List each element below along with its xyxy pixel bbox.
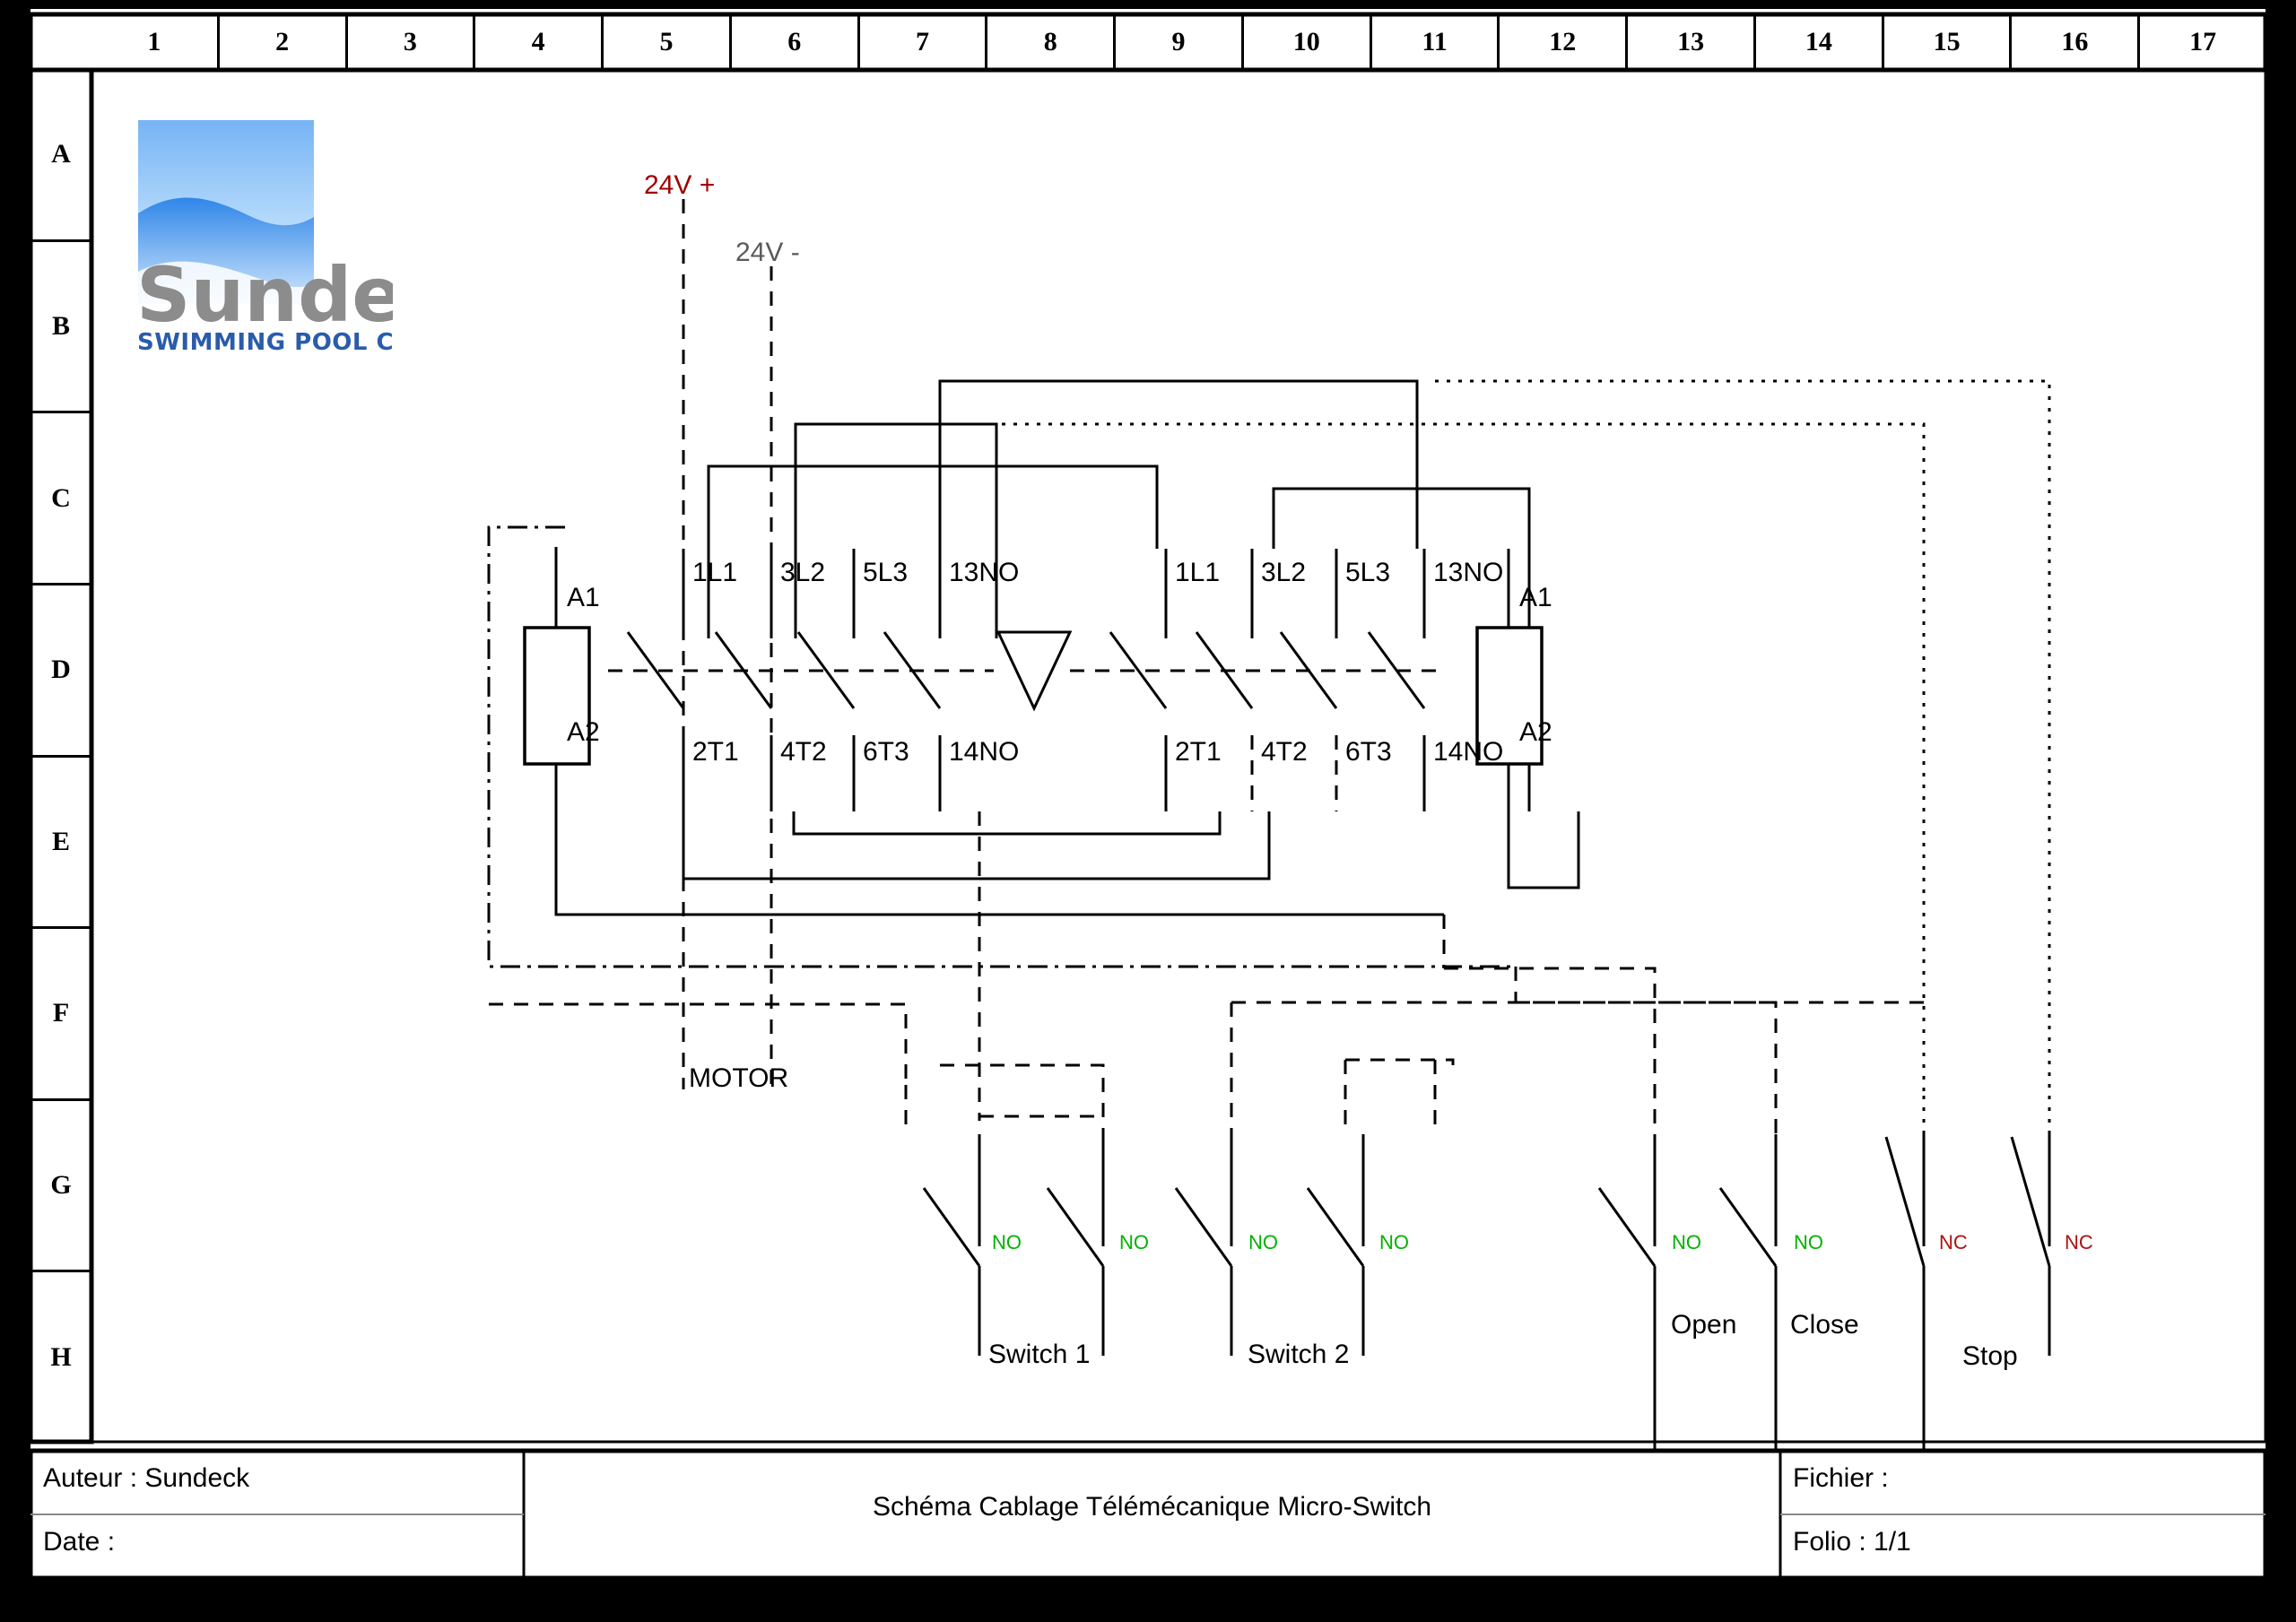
column-header-cell: 2 (220, 14, 348, 70)
terminal-left-2t1: 2T1 (692, 737, 739, 767)
terminal-left-14no: 14NO (949, 737, 1020, 767)
terminal-right-1l1: 1L1 (1175, 558, 1221, 587)
terminal-left-1l1: 1L1 (692, 558, 738, 587)
coil-right-a2-label: A2 (1519, 717, 1552, 747)
column-header-cell: 3 (348, 14, 476, 70)
terminal-right-5l3: 5L3 (1345, 558, 1391, 587)
column-header-cell: 5 (604, 14, 732, 70)
terminal-right-13no: 13NO (1433, 558, 1504, 587)
company-logo: Sundeck SWIMMING POOL COVERS (133, 115, 393, 375)
terminal-left-4t2: 4T2 (780, 737, 827, 767)
row-header-cell: A (30, 70, 91, 242)
column-header-cell: 16 (2012, 14, 2141, 70)
terminal-left-6t3: 6T3 (863, 737, 909, 767)
contact-label-stop2: NC (2065, 1231, 2093, 1253)
row-header-cell: D (30, 585, 91, 758)
column-header-cell: 12 (1500, 14, 1629, 70)
titleblock-file: Fichier : (1793, 1463, 1889, 1493)
contact-label-sw1b: NO (1119, 1231, 1149, 1253)
row-header-cell: H (50, 1341, 72, 1372)
close-button-label: Close (1790, 1310, 1859, 1340)
column-header-cell: 4 (475, 14, 604, 70)
contact-label-sw2a: NO (1248, 1231, 1278, 1253)
column-header-cell: 9 (1116, 14, 1244, 70)
label-24v-plus: 24V + (644, 170, 716, 200)
column-header-cell: 8 (987, 14, 1117, 70)
terminal-right-4t2: 4T2 (1261, 737, 1308, 767)
terminal-right-2t1: 2T1 (1175, 737, 1222, 767)
column-header-cell: 1 (91, 14, 220, 70)
contact-label-sw1a: NO (992, 1231, 1022, 1253)
terminal-right-14no: 14NO (1433, 737, 1504, 767)
contact-label-sw2b: NO (1379, 1231, 1409, 1253)
titleblock-folio: Folio : 1/1 (1793, 1527, 1911, 1557)
terminal-right-3l2: 3L2 (1261, 558, 1307, 587)
logo-tagline-text: SWIMMING POOL COVERS (137, 329, 393, 356)
terminal-left-13no: 13NO (949, 558, 1020, 587)
label-24v-minus: 24V - (735, 238, 800, 267)
column-header-cell: 6 (732, 14, 860, 70)
column-header-cell: 13 (1628, 14, 1756, 70)
column-header-cell: 17 (2189, 27, 2217, 56)
switch-group-2-label: Switch 2 (1248, 1340, 1350, 1369)
coil-right-a1-label: A1 (1519, 583, 1552, 612)
coil-left-a1-label: A1 (567, 583, 600, 612)
titleblock-title: Schéma Cablage Télémécanique Micro-Switc… (872, 1492, 1432, 1522)
row-header-cell: F (30, 929, 91, 1101)
open-button-label: Open (1671, 1310, 1737, 1340)
row-header-cell: E (30, 758, 91, 930)
column-numbers: 1 2 3 4 5 6 7 8 9 10 11 12 13 14 15 16 17 (91, 14, 2266, 70)
column-header-cell: 11 (1372, 14, 1500, 70)
titleblock-author: Auteur : Sundeck (43, 1463, 250, 1493)
stop-button-label: Stop (1962, 1341, 2018, 1371)
contact-label-open: NO (1672, 1231, 1701, 1253)
coil-left-a2-label: A2 (567, 717, 600, 747)
schematic-sheet: 1 2 3 4 5 6 7 8 9 10 11 12 13 14 15 16 17 ABCDEFGH Sunde… (0, 0, 2296, 1622)
motor-label: MOTOR (689, 1063, 789, 1093)
column-header-cell: 7 (860, 14, 988, 70)
contact-label-close: NO (1794, 1231, 1823, 1253)
logo-brand-text: Sundeck (136, 251, 393, 339)
switch-group-1-label: Switch 1 (988, 1340, 1091, 1369)
contact-label-stop1: NC (1939, 1231, 1968, 1253)
row-letters: ABCDEFG H (30, 70, 91, 1442)
column-header-cell: 10 (1244, 14, 1372, 70)
row-header-cell: B (30, 242, 91, 414)
terminal-left-3l2: 3L2 (780, 558, 826, 587)
row-header-cell: G (30, 1101, 91, 1273)
column-header-cell: 15 (1884, 14, 2013, 70)
titleblock-date: Date : (43, 1527, 116, 1557)
terminal-left-5l3: 5L3 (863, 558, 909, 587)
column-header-cell: 14 (1756, 14, 1884, 70)
row-header-cell: C (30, 413, 91, 585)
terminal-right-6t3: 6T3 (1345, 737, 1392, 767)
